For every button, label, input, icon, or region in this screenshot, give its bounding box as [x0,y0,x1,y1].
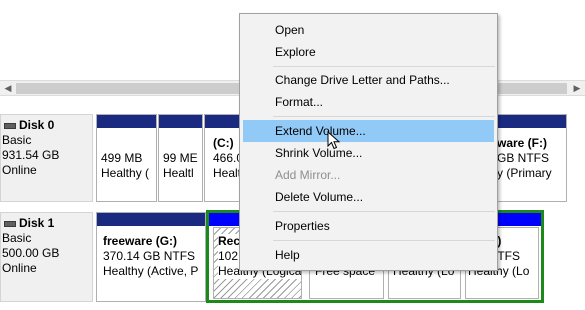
scroll-right-arrow-icon[interactable]: ▶ [570,82,584,95]
menu-separator [273,66,495,67]
disk-status: Online [2,261,37,275]
partition-size: 499 MB [101,151,143,165]
disk-type: Basic [2,231,32,245]
menu-item-shrink-volume[interactable]: Shrink Volume... [243,142,494,164]
menu-item-add-mirror: Add Mirror... [275,168,341,182]
volume-bar [97,213,205,226]
partition-status: Healthy (Active, P [103,264,199,278]
partition-status: Health [213,166,239,180]
partition-status: y (Primary [497,166,552,180]
disk-size: 500.00 GB [2,246,60,260]
partition-size: GB NTFS [497,151,550,165]
partition-c[interactable]: (C:) 466.0 Health [204,114,240,202]
partition-f[interactable]: ware (F:) GB NTFS y (Primary [497,114,567,202]
disk-1-label[interactable]: Disk 1 Basic 500.00 GB Online [0,212,93,302]
menu-item-format[interactable]: Format... [243,91,494,113]
menu-separator [273,240,495,241]
partition-status: Healtl [163,166,194,180]
partition-status: Healthy ( [101,166,150,180]
volume-bar [205,115,239,128]
disk-size: 931.54 GB [2,148,60,162]
partition-size: 370.14 GB NTFS [103,249,196,263]
mouse-pointer-icon [327,131,341,150]
right-margin [567,96,585,310]
menu-item-extend-volume[interactable]: Extend Volume... [243,120,494,142]
disk-name: Disk 0 [19,118,55,132]
context-menu: Open Explore Change Drive Letter and Pat… [239,13,498,271]
partition-g[interactable]: freeware (G:) 370.14 GB NTFS Healthy (Ac… [96,212,206,302]
partition-title: (C:) [213,136,234,150]
disk-icon [4,122,16,129]
volume-bar [497,115,566,128]
volume-bar [159,115,202,128]
disk-name: Disk 1 [19,216,55,230]
disk-status: Online [2,163,37,177]
disk-icon [4,220,16,227]
disk-0-label[interactable]: Disk 0 Basic 931.54 GB Online [0,114,93,202]
menu-item-explore[interactable]: Explore [243,41,494,63]
scroll-left-arrow-icon[interactable]: ◀ [1,82,15,95]
menu-item-change-drive-letter[interactable]: Change Drive Letter and Paths... [243,69,494,91]
volume-bar [97,115,156,128]
partition-disk0-2[interactable]: 99 ME Healtl [158,114,203,202]
partition-title: freeware (G:) [103,234,178,248]
menu-item-help[interactable]: Help [243,244,494,266]
menu-item-open[interactable]: Open [243,19,494,41]
partition-size: 102. [218,249,242,264]
menu-separator [273,211,495,212]
menu-item-delete-volume[interactable]: Delete Volume... [243,186,494,208]
partition-size: 466.0 [213,151,239,165]
menu-item-properties[interactable]: Properties [243,215,494,237]
disk-type: Basic [2,133,32,147]
menu-separator [273,116,495,117]
partition-title: ware (F:) [497,136,548,150]
partition-disk0-1[interactable]: 499 MB Healthy ( [96,114,157,202]
partition-size: 99 ME [163,151,198,165]
